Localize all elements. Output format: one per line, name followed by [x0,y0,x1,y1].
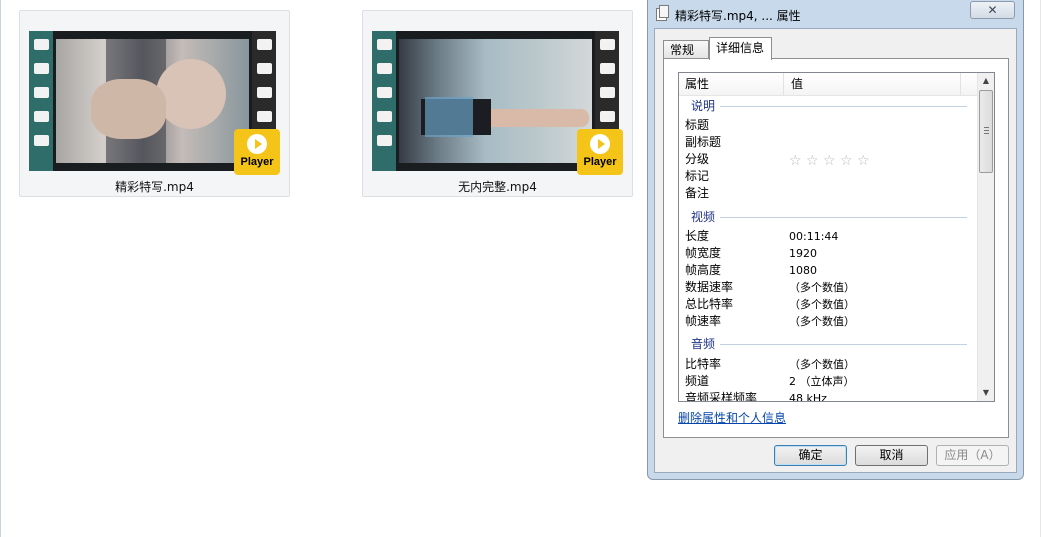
filmstrip-left [372,31,396,171]
dialog-title: 精彩特写.mp4, ... 属性 [675,9,801,23]
file-tile-1[interactable]: Player 精彩特写.mp4 [19,10,290,197]
property-key: 总比特率 [685,297,734,311]
property-row[interactable]: 数据速率 （多个数值） [685,279,975,296]
details-panel: 属性 值 说明 标题 副标题 分级 ☆ ☆ ☆ ☆ ☆ 标记 备注 视频 长度 … [663,58,1009,438]
window-border-left [0,0,1,537]
property-value: 1920 [789,247,817,260]
property-row[interactable]: 帧速率 （多个数值） [685,313,975,330]
property-value: 00:11:44 [789,230,839,243]
property-value: 1080 [789,264,817,277]
property-value: （多个数值） [789,298,855,311]
property-key: 分级 [685,152,710,166]
star-icon[interactable]: ☆ [789,154,804,168]
property-row[interactable]: 比特率 （多个数值） [685,356,975,373]
column-header-value[interactable]: 值 [785,73,961,95]
star-icon[interactable]: ☆ [823,154,838,168]
property-value: 2 （立体声） [789,375,855,388]
property-key: 标题 [685,118,710,132]
dialog-titlebar[interactable]: 精彩特写.mp4, ... 属性 ✕ [648,0,1023,28]
explorer-window: Player 精彩特写.mp4 Player 无内完整.mp4 精彩特写.mp4… [0,0,1041,537]
close-button[interactable]: ✕ [970,1,1015,19]
remove-properties-link[interactable]: 删除属性和个人信息 [678,409,786,426]
property-row[interactable]: 标记 [685,168,975,185]
property-key: 比特率 [685,357,722,371]
player-badge-label: Player [240,156,274,168]
property-key: 副标题 [685,135,722,149]
property-row[interactable]: 备注 [685,185,975,202]
star-icon[interactable]: ☆ [840,154,855,168]
properties-list[interactable]: 属性 值 说明 标题 副标题 分级 ☆ ☆ ☆ ☆ ☆ 标记 备注 视频 长度 … [678,72,995,402]
property-key: 帧高度 [685,263,722,277]
property-row[interactable]: 频道 2 （立体声） [685,373,975,390]
property-key: 音频采样频率 [685,391,758,402]
property-row[interactable]: 音频采样频率 48 kHz [685,390,975,402]
property-row[interactable]: 总比特率 （多个数值） [685,296,975,313]
group-header-description[interactable]: 说明 [691,98,715,114]
thumbnail-frame [399,39,592,163]
column-header-property[interactable]: 属性 [679,73,784,95]
file-name: 无内完整.mp4 [458,180,537,194]
group-divider [720,217,967,218]
apply-button[interactable]: 应用（A） [936,445,1009,466]
dialog-body: 常规 详细信息 属性 值 说明 标题 副标题 分级 ☆ ☆ ☆ ☆ ☆ 标记 备… [654,28,1017,473]
property-row-rating[interactable]: 分级 ☆ ☆ ☆ ☆ ☆ [685,151,975,168]
close-icon: ✕ [987,3,998,17]
cancel-button[interactable]: 取消 [855,445,928,466]
filmstrip-left [29,31,53,171]
properties-dialog: 精彩特写.mp4, ... 属性 ✕ 常规 详细信息 属性 值 说明 标题 副标… [647,0,1024,480]
property-row[interactable]: 标题 [685,117,975,134]
property-value: （多个数值） [789,315,855,328]
property-key: 帧速率 [685,314,722,328]
tab-details[interactable]: 详细信息 [709,37,772,60]
group-divider [720,106,967,107]
property-key: 帧宽度 [685,246,722,260]
player-badge-label: Player [583,156,617,168]
file-name: 精彩特写.mp4 [115,180,194,194]
property-row[interactable]: 副标题 [685,134,975,151]
column-header: 属性 值 [679,73,978,96]
vertical-scrollbar[interactable]: ▲ ▼ [977,73,994,401]
file-tile-2[interactable]: Player 无内完整.mp4 [362,10,633,197]
group-divider [720,344,967,345]
play-icon [590,134,610,154]
group-header-audio[interactable]: 音频 [691,336,715,352]
player-badge: Player [577,129,623,175]
scroll-up-arrow-icon[interactable]: ▲ [978,73,994,89]
star-icon[interactable]: ☆ [857,154,872,168]
thumbnail-frame [56,39,249,163]
property-row[interactable]: 帧高度 1080 [685,262,975,279]
file-properties-icon [656,5,669,21]
property-value: （多个数值） [789,358,855,371]
property-key: 长度 [685,229,710,243]
scroll-thumb[interactable] [979,90,993,173]
ok-button[interactable]: 确定 [774,445,847,466]
property-value: （多个数值） [789,281,855,294]
play-icon [247,134,267,154]
property-row[interactable]: 长度 00:11:44 [685,228,975,245]
scroll-down-arrow-icon[interactable]: ▼ [978,385,994,401]
player-badge: Player [234,129,280,175]
tab-general[interactable]: 常规 [663,40,709,59]
property-key: 备注 [685,186,710,200]
property-value: 48 kHz [789,392,827,402]
group-header-video[interactable]: 视频 [691,209,715,225]
grip-icon [984,127,989,134]
property-key: 数据速率 [685,280,734,294]
property-key: 频道 [685,374,710,388]
property-key: 标记 [685,169,710,183]
star-icon[interactable]: ☆ [806,154,821,168]
property-row[interactable]: 帧宽度 1920 [685,245,975,262]
